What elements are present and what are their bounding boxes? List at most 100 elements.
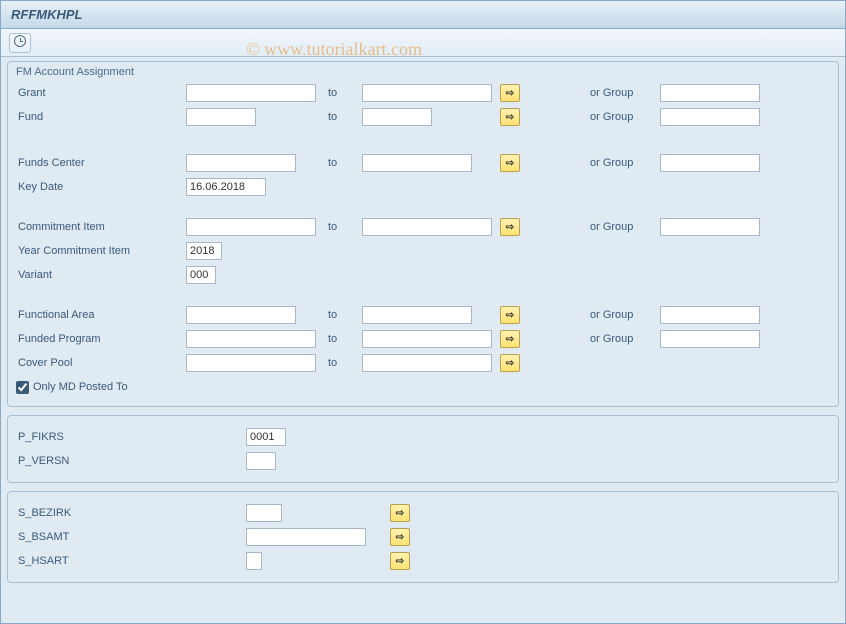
group-selections: S_BEZIRK ⇨ S_BSAMT ⇨ S_HSART ⇨ bbox=[7, 491, 839, 583]
group-title: FM Account Assignment bbox=[16, 66, 830, 78]
window-title: RFFMKHPL bbox=[11, 7, 83, 22]
year-ci-input[interactable] bbox=[186, 242, 222, 260]
label-s-hsart: S_HSART bbox=[16, 555, 246, 567]
functional-area-from-input[interactable] bbox=[186, 306, 296, 324]
funded-program-multiselect-button[interactable]: ⇨ bbox=[500, 330, 520, 348]
grant-to-input[interactable] bbox=[362, 84, 492, 102]
toolbar bbox=[1, 29, 845, 57]
label-grant: Grant bbox=[16, 87, 186, 99]
p-versn-input[interactable] bbox=[246, 452, 276, 470]
label-year-ci: Year Commitment Item bbox=[16, 245, 186, 257]
funded-program-to-input[interactable] bbox=[362, 330, 492, 348]
variant-input[interactable] bbox=[186, 266, 216, 284]
arrow-right-icon: ⇨ bbox=[506, 112, 514, 123]
to-label: to bbox=[328, 221, 358, 233]
commitment-item-from-input[interactable] bbox=[186, 218, 316, 236]
label-p-fikrs: P_FIKRS bbox=[16, 431, 246, 443]
label-funds-center: Funds Center bbox=[16, 157, 186, 169]
clock-icon bbox=[14, 35, 26, 47]
row-p-fikrs: P_FIKRS bbox=[16, 426, 830, 448]
label-p-versn: P_VERSN bbox=[16, 455, 246, 467]
arrow-right-icon: ⇨ bbox=[396, 532, 404, 543]
row-only-md: Only MD Posted To bbox=[16, 376, 830, 398]
row-variant: Variant bbox=[16, 264, 830, 286]
s-hsart-multiselect-button[interactable]: ⇨ bbox=[390, 552, 410, 570]
arrow-right-icon: ⇨ bbox=[506, 222, 514, 233]
only-md-checkbox[interactable] bbox=[16, 381, 29, 394]
fund-from-input[interactable] bbox=[186, 108, 256, 126]
to-label: to bbox=[328, 333, 358, 345]
arrow-right-icon: ⇨ bbox=[506, 358, 514, 369]
orgroup-label: or Group bbox=[590, 221, 660, 233]
arrow-right-icon: ⇨ bbox=[396, 556, 404, 567]
orgroup-label: or Group bbox=[590, 111, 660, 123]
funds-center-to-input[interactable] bbox=[362, 154, 472, 172]
group-params: P_FIKRS P_VERSN bbox=[7, 415, 839, 483]
to-label: to bbox=[328, 357, 358, 369]
s-hsart-input[interactable] bbox=[246, 552, 262, 570]
row-functional-area: Functional Area to ⇨ or Group bbox=[16, 304, 830, 326]
to-label: to bbox=[328, 309, 358, 321]
label-fund: Fund bbox=[16, 111, 186, 123]
execute-button[interactable] bbox=[9, 33, 31, 53]
commitment-item-to-input[interactable] bbox=[362, 218, 492, 236]
row-fund: Fund to ⇨ or Group bbox=[16, 106, 830, 128]
label-s-bsamt: S_BSAMT bbox=[16, 531, 246, 543]
functional-area-to-input[interactable] bbox=[362, 306, 472, 324]
s-bsamt-input[interactable] bbox=[246, 528, 366, 546]
cover-pool-to-input[interactable] bbox=[362, 354, 492, 372]
to-label: to bbox=[328, 87, 358, 99]
row-key-date: Key Date bbox=[16, 176, 830, 198]
arrow-right-icon: ⇨ bbox=[506, 310, 514, 321]
label-only-md: Only MD Posted To bbox=[33, 381, 128, 393]
row-funded-program: Funded Program to ⇨ or Group bbox=[16, 328, 830, 350]
label-variant: Variant bbox=[16, 269, 186, 281]
funds-center-multiselect-button[interactable]: ⇨ bbox=[500, 154, 520, 172]
orgroup-label: or Group bbox=[590, 309, 660, 321]
row-p-versn: P_VERSN bbox=[16, 450, 830, 472]
arrow-right-icon: ⇨ bbox=[506, 158, 514, 169]
fund-group-input[interactable] bbox=[660, 108, 760, 126]
row-commitment-item: Commitment Item to ⇨ or Group bbox=[16, 216, 830, 238]
funds-center-group-input[interactable] bbox=[660, 154, 760, 172]
label-funded-program: Funded Program bbox=[16, 333, 186, 345]
grant-from-input[interactable] bbox=[186, 84, 316, 102]
commitment-item-group-input[interactable] bbox=[660, 218, 760, 236]
row-s-bezirk: S_BEZIRK ⇨ bbox=[16, 502, 830, 524]
group-fm-account-assignment: FM Account Assignment Grant to ⇨ or Grou… bbox=[7, 61, 839, 407]
label-s-bezirk: S_BEZIRK bbox=[16, 507, 246, 519]
label-functional-area: Functional Area bbox=[16, 309, 186, 321]
grant-multiselect-button[interactable]: ⇨ bbox=[500, 84, 520, 102]
functional-area-group-input[interactable] bbox=[660, 306, 760, 324]
funded-program-from-input[interactable] bbox=[186, 330, 316, 348]
row-s-bsamt: S_BSAMT ⇨ bbox=[16, 526, 830, 548]
arrow-right-icon: ⇨ bbox=[506, 88, 514, 99]
functional-area-multiselect-button[interactable]: ⇨ bbox=[500, 306, 520, 324]
arrow-right-icon: ⇨ bbox=[396, 508, 404, 519]
label-commitment-item: Commitment Item bbox=[16, 221, 186, 233]
s-bezirk-multiselect-button[interactable]: ⇨ bbox=[390, 504, 410, 522]
title-bar: RFFMKHPL bbox=[1, 1, 845, 29]
fund-multiselect-button[interactable]: ⇨ bbox=[500, 108, 520, 126]
row-grant: Grant to ⇨ or Group bbox=[16, 82, 830, 104]
cover-pool-from-input[interactable] bbox=[186, 354, 316, 372]
to-label: to bbox=[328, 111, 358, 123]
to-label: to bbox=[328, 157, 358, 169]
funds-center-from-input[interactable] bbox=[186, 154, 296, 172]
label-cover-pool: Cover Pool bbox=[16, 357, 186, 369]
orgroup-label: or Group bbox=[590, 333, 660, 345]
s-bsamt-multiselect-button[interactable]: ⇨ bbox=[390, 528, 410, 546]
cover-pool-multiselect-button[interactable]: ⇨ bbox=[500, 354, 520, 372]
row-cover-pool: Cover Pool to ⇨ bbox=[16, 352, 830, 374]
row-s-hsart: S_HSART ⇨ bbox=[16, 550, 830, 572]
grant-group-input[interactable] bbox=[660, 84, 760, 102]
funded-program-group-input[interactable] bbox=[660, 330, 760, 348]
row-year-commitment-item: Year Commitment Item bbox=[16, 240, 830, 262]
orgroup-label: or Group bbox=[590, 157, 660, 169]
label-key-date: Key Date bbox=[16, 181, 186, 193]
key-date-input[interactable] bbox=[186, 178, 266, 196]
commitment-item-multiselect-button[interactable]: ⇨ bbox=[500, 218, 520, 236]
p-fikrs-input[interactable] bbox=[246, 428, 286, 446]
fund-to-input[interactable] bbox=[362, 108, 432, 126]
s-bezirk-input[interactable] bbox=[246, 504, 282, 522]
